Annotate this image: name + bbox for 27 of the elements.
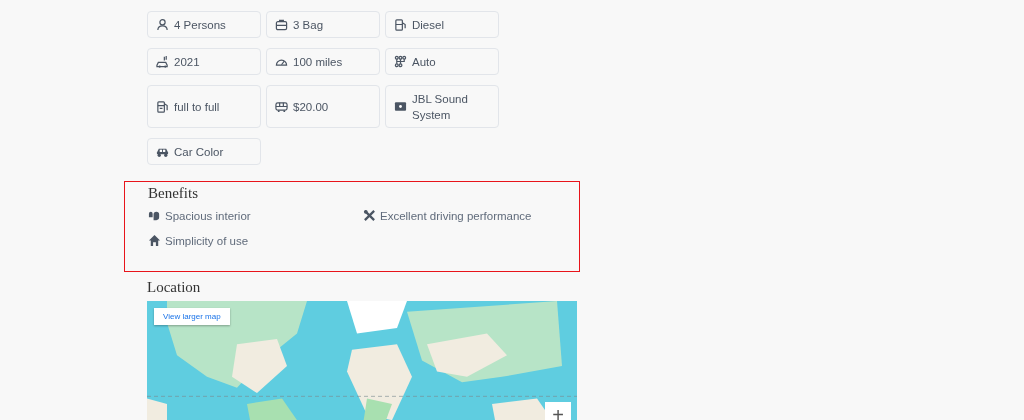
benefit-label: Spacious interior: [165, 209, 251, 222]
home-icon: [148, 234, 161, 247]
benefit-label: Simplicity of use: [165, 234, 249, 247]
briefcase-icon: [275, 18, 288, 31]
bus-icon: [275, 100, 288, 113]
spec-label: 3 Bag: [293, 17, 324, 33]
gear-shift-icon: [394, 55, 407, 68]
tools-icon: [363, 209, 376, 222]
spec-label: Car Color: [174, 144, 224, 160]
radio-icon: [394, 100, 407, 113]
spec-label: Diesel: [412, 17, 444, 33]
section-heading: Benefits: [148, 185, 199, 202]
car-icon: [156, 55, 169, 68]
spec-label: JBL Sound System: [412, 91, 469, 123]
spec-label: 4 Persons: [174, 17, 226, 33]
spec-label: full to full: [174, 99, 220, 115]
section-heading: Location: [147, 279, 202, 296]
zoom-in-button[interactable]: +: [545, 402, 571, 420]
person-icon: [156, 18, 169, 31]
fuel-pump-icon: [156, 100, 169, 113]
spec-label: 2021: [174, 54, 200, 70]
spec-label: 100 miles: [293, 54, 343, 70]
spec-label: $20.00: [293, 99, 329, 115]
spec-label: Auto: [412, 54, 436, 70]
fuel-pump-icon: [394, 18, 407, 31]
view-larger-map-link[interactable]: View larger map: [154, 308, 230, 325]
benefit-label: Excellent driving performance: [380, 209, 532, 222]
